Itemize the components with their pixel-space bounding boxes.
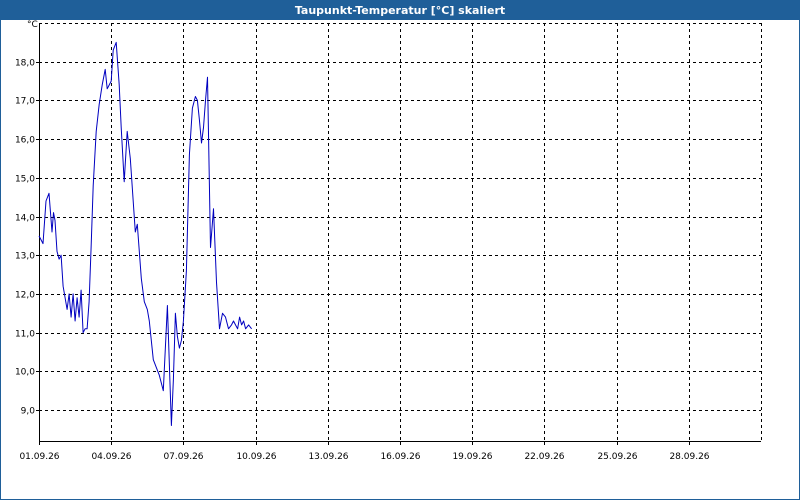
y-tick-label: 13,0 <box>15 252 35 262</box>
y-tick-label: 10,0 <box>15 368 35 378</box>
y-tick-label: 11,0 <box>15 330 35 340</box>
series-line <box>38 41 252 426</box>
y-tick-label: 12,0 <box>15 291 35 301</box>
x-tick-label: 10.09.26 <box>236 452 276 462</box>
x-tick-label: 01.09.26 <box>19 452 59 462</box>
x-tick-label: 19.09.26 <box>452 452 492 462</box>
y-tick-label: 18,0 <box>15 59 35 69</box>
x-tick-label: 04.09.26 <box>91 452 131 462</box>
y-axis-unit-label: °C <box>27 20 38 30</box>
x-tick-label: 22.09.26 <box>524 452 564 462</box>
series-layer <box>38 41 252 426</box>
x-tick-label: 25.09.26 <box>597 452 637 462</box>
x-tick-label: 13.09.26 <box>308 452 348 462</box>
y-tick-label: 9,0 <box>21 407 36 417</box>
line-chart: 9,0 10,0 11,0 12,0 13,0 14,0 15,0 16,0 17,0 18,0 0… <box>15 20 762 462</box>
grid-layer <box>39 23 762 441</box>
chart-window: Taupunkt-Temperatur [°C] skaliert 9,0 10,… <box>0 0 800 500</box>
y-tick-label: 15,0 <box>15 175 35 185</box>
x-tick-label: 28.09.26 <box>669 452 709 462</box>
x-tick-label: 07.09.26 <box>163 452 203 462</box>
y-tick-label: 16,0 <box>15 136 35 146</box>
y-tick-label: 14,0 <box>15 214 35 224</box>
x-tick-label: 16.09.26 <box>380 452 420 462</box>
y-tick-label: 17,0 <box>15 97 35 107</box>
axis-layer <box>36 23 761 445</box>
